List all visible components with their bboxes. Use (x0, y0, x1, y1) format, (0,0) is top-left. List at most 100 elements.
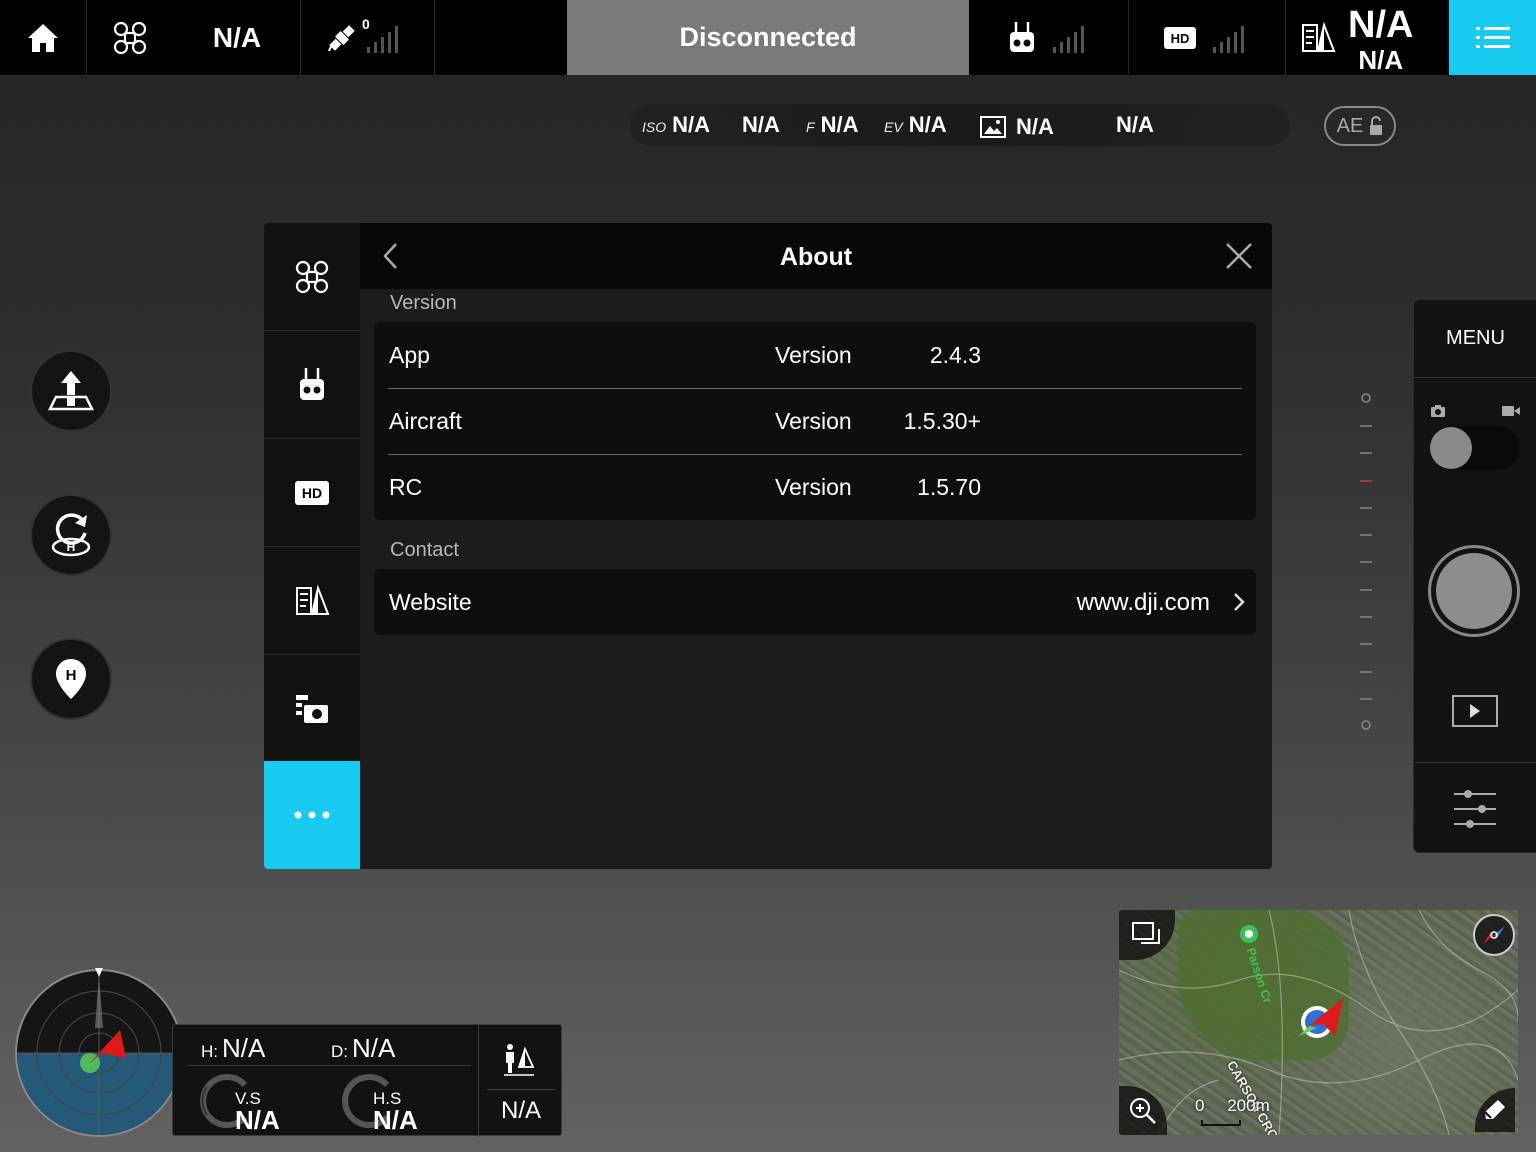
sidebar-item-hd-link[interactable]: HD (264, 439, 360, 547)
website-link[interactable]: www.dji.com (1077, 589, 1210, 617)
shutter-value: N/A (742, 112, 780, 137)
main-menu-button[interactable] (1449, 0, 1536, 75)
gimbal-scale[interactable] (1356, 390, 1376, 732)
aircraft-position-icon (1299, 998, 1343, 1038)
distance-value: N/A (352, 1033, 396, 1063)
aircraft-status-button[interactable] (87, 0, 173, 75)
hd-signal[interactable]: HD (1129, 0, 1285, 75)
connection-status-text: Disconnected (679, 22, 857, 52)
item-version-label: Version (775, 474, 852, 500)
flight-mode-readout: N/A N/A (1348, 6, 1413, 73)
zoom-in-icon (1130, 1097, 1156, 1124)
item-version-value: 1.5.30+ (903, 408, 981, 434)
mode-secondary: N/A (1358, 45, 1404, 75)
ev-label: EV (884, 119, 903, 135)
ev-readout: EV N/A (884, 112, 947, 138)
eraser-icon (1484, 1100, 1505, 1119)
unlock-icon (1370, 116, 1383, 135)
list-item: RC Version 1.5.70 (374, 454, 1256, 520)
photo-video-toggle[interactable] (1430, 426, 1520, 470)
height-readout: H: N/A (201, 1033, 265, 1064)
telemetry-panel: H: N/A D: N/A V.S N/A H.S N/A N/A (172, 1024, 562, 1137)
svg-text:HD: HD (302, 485, 322, 501)
map-scale-zero: 0 (1195, 1096, 1205, 1115)
hd-icon: HD (295, 480, 329, 505)
item-version-value: 2.4.3 (929, 342, 981, 368)
sidebar-item-aircraft[interactable] (264, 223, 360, 331)
mode-primary: N/A (1348, 4, 1414, 46)
playback-icon[interactable] (1452, 695, 1498, 727)
item-name: Aircraft (389, 408, 462, 434)
distance-readout: D: N/A (331, 1033, 395, 1064)
aperture-label: F (806, 119, 815, 135)
attitude-radar (15, 968, 183, 1137)
map-orientation-button[interactable] (1473, 914, 1515, 956)
sidebar-item-more[interactable] (264, 761, 360, 869)
item-version-value: 1.5.70 (917, 474, 981, 500)
pilot-distance-icon (504, 1044, 535, 1076)
more-dots-icon (294, 811, 330, 819)
camera-params-bar[interactable] (630, 104, 1290, 146)
ae-lock-button[interactable]: AE (1324, 106, 1396, 146)
checklist-compass-icon (296, 584, 330, 615)
sidebar-item-camera-mount[interactable] (264, 655, 360, 763)
panel-header: About (360, 223, 1272, 289)
iso-value: N/A (672, 112, 711, 137)
camera-control-panel: MENU (1413, 299, 1536, 853)
item-version-label: Version (775, 408, 852, 434)
chevron-right-icon (1234, 593, 1245, 611)
iso-readout: ISO N/A (642, 112, 710, 138)
return-home-button[interactable]: H (30, 494, 112, 576)
remote-controller-icon (300, 367, 324, 400)
close-icon[interactable] (1224, 241, 1254, 271)
version-list: App Version 2.4.3 Aircraft Version 1.5.3… (374, 322, 1256, 520)
sidebar-item-gimbal[interactable] (264, 547, 360, 655)
gimbal-mode[interactable] (1298, 0, 1338, 75)
version-section-label: Version (390, 292, 457, 314)
height-value: N/A (222, 1033, 266, 1063)
aperture-readout: F N/A (806, 112, 858, 138)
expand-map-icon (1132, 922, 1160, 944)
takeoff-button[interactable] (30, 350, 112, 432)
list-item: App Version 2.4.3 (374, 322, 1256, 388)
settings-sidebar: HD (264, 223, 360, 869)
website-row[interactable]: Website www.dji.com (374, 569, 1256, 635)
ae-label: AE (1336, 114, 1364, 137)
settings-panel: HD About Version App Version 2.4.3 Aircr… (264, 223, 1272, 869)
gps-status[interactable] (301, 0, 435, 75)
home-point-button[interactable]: H (30, 638, 112, 720)
camera-settings-sliders-icon[interactable] (1452, 786, 1498, 832)
rc-signal[interactable] (970, 0, 1128, 75)
iso-label: ISO (642, 119, 667, 135)
list-menu-icon (1475, 26, 1510, 48)
map-scale-bar (1201, 1120, 1241, 1126)
ev-value: N/A (908, 112, 947, 137)
shutter-button-inner (1436, 553, 1512, 629)
mini-map[interactable]: Parson Cr CARSON CROSS 0 200m (1119, 910, 1518, 1135)
camera-menu-button[interactable]: MENU (1414, 327, 1536, 350)
flight-mode[interactable]: N/A (173, 0, 301, 75)
home-button[interactable] (0, 0, 86, 75)
hd-icon: HD (1164, 26, 1196, 49)
remaining-readout: N/A (1116, 112, 1154, 138)
drone-icon (113, 21, 147, 54)
svg-text:H: H (67, 540, 76, 554)
flight-mode-text: N/A (212, 21, 262, 53)
sidebar-item-remote[interactable] (264, 331, 360, 439)
compass-icon (1483, 926, 1505, 944)
connection-status[interactable]: Disconnected (567, 0, 969, 75)
website-label: Website (389, 589, 472, 615)
photo-mode-icon (1431, 405, 1445, 417)
item-name: RC (389, 474, 423, 500)
aperture-value: N/A (820, 112, 859, 137)
map-scale: 0 200m (1195, 1096, 1270, 1126)
rc-signal-bars-icon (1053, 25, 1084, 53)
gps-signal-icon (367, 25, 398, 53)
pilot-distance-value: N/A (500, 1097, 541, 1124)
vertical-speed-value: N/A (235, 1105, 280, 1135)
shutter-readout: N/A (742, 112, 780, 138)
shutter-button[interactable] (1428, 545, 1520, 637)
distance-label: D: (331, 1042, 348, 1061)
remaining-value: N/A (1116, 112, 1154, 137)
panel-title: About (779, 243, 853, 271)
